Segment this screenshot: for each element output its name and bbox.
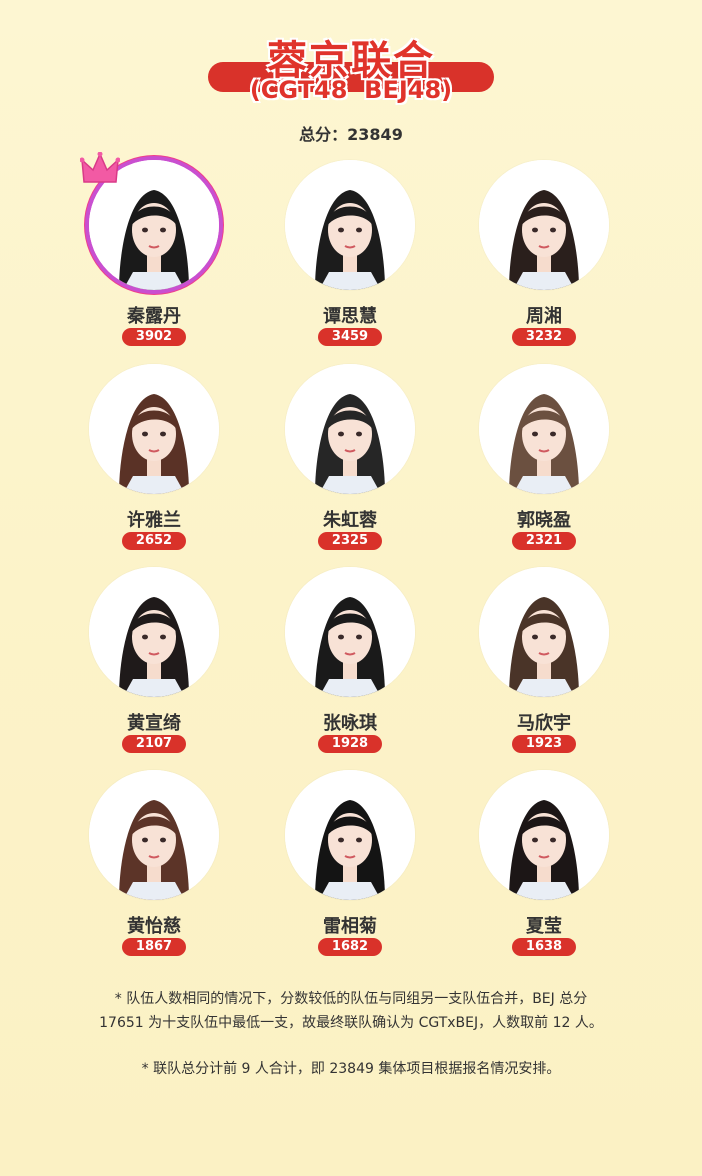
member-name: 雷相菊 bbox=[323, 916, 377, 937]
member-name: 许雅兰 bbox=[127, 510, 181, 531]
member-name: 张咏琪 bbox=[323, 713, 377, 734]
member-score-badge: 3902 bbox=[122, 328, 186, 346]
member-score-badge: 1867 bbox=[122, 938, 186, 956]
member-avatar bbox=[89, 567, 219, 697]
note-merge-rule: * 队伍人数相同的情况下，分数较低的队伍与同组另一支队伍合并，BEJ 总分 17… bbox=[40, 987, 662, 1035]
note-total-rule: * 联队总分计前 9 人合计，即 23849 集体项目根据报名情况安排。 bbox=[141, 1061, 561, 1077]
crown-icon bbox=[79, 151, 121, 188]
member-score-badge: 1682 bbox=[318, 938, 382, 956]
member-avatar bbox=[479, 364, 609, 494]
member-avatar bbox=[285, 567, 415, 697]
member-avatar bbox=[285, 364, 415, 494]
member-avatar bbox=[285, 770, 415, 900]
member-score-badge: 1928 bbox=[318, 735, 382, 753]
member-score-badge: 3459 bbox=[318, 328, 382, 346]
member-name: 周湘 bbox=[526, 306, 562, 327]
note-line: 17651 为十支队伍中最低一支，故最终联队确认为 CGTxBEJ，人数取前 1… bbox=[99, 1015, 603, 1031]
member-score-badge: 1638 bbox=[512, 938, 576, 956]
member-avatar bbox=[89, 364, 219, 494]
page-subtitle: (CGT48 BEJ48) bbox=[249, 76, 453, 104]
member-name: 朱虹蓉 bbox=[323, 510, 377, 531]
member-score-badge: 2325 bbox=[318, 532, 382, 550]
member-avatar bbox=[479, 160, 609, 290]
member-name: 秦露丹 bbox=[127, 306, 181, 327]
member-name: 郭晓盈 bbox=[517, 510, 571, 531]
member-avatar bbox=[89, 770, 219, 900]
member-name: 夏莹 bbox=[526, 916, 562, 937]
member-name: 谭思慧 bbox=[323, 306, 377, 327]
member-avatar bbox=[479, 567, 609, 697]
member-score-badge: 2321 bbox=[512, 532, 576, 550]
member-avatar bbox=[285, 160, 415, 290]
member-score-badge: 2652 bbox=[122, 532, 186, 550]
member-name: 马欣宇 bbox=[517, 713, 571, 734]
member-score-badge: 1923 bbox=[512, 735, 576, 753]
member-name: 黄怡慈 bbox=[127, 916, 181, 937]
member-score-badge: 2107 bbox=[122, 735, 186, 753]
note-line: * 队伍人数相同的情况下，分数较低的队伍与同组另一支队伍合并，BEJ 总分 bbox=[114, 991, 588, 1007]
member-avatar bbox=[479, 770, 609, 900]
member-score-badge: 3232 bbox=[512, 328, 576, 346]
member-name: 黄宣绮 bbox=[127, 713, 181, 734]
